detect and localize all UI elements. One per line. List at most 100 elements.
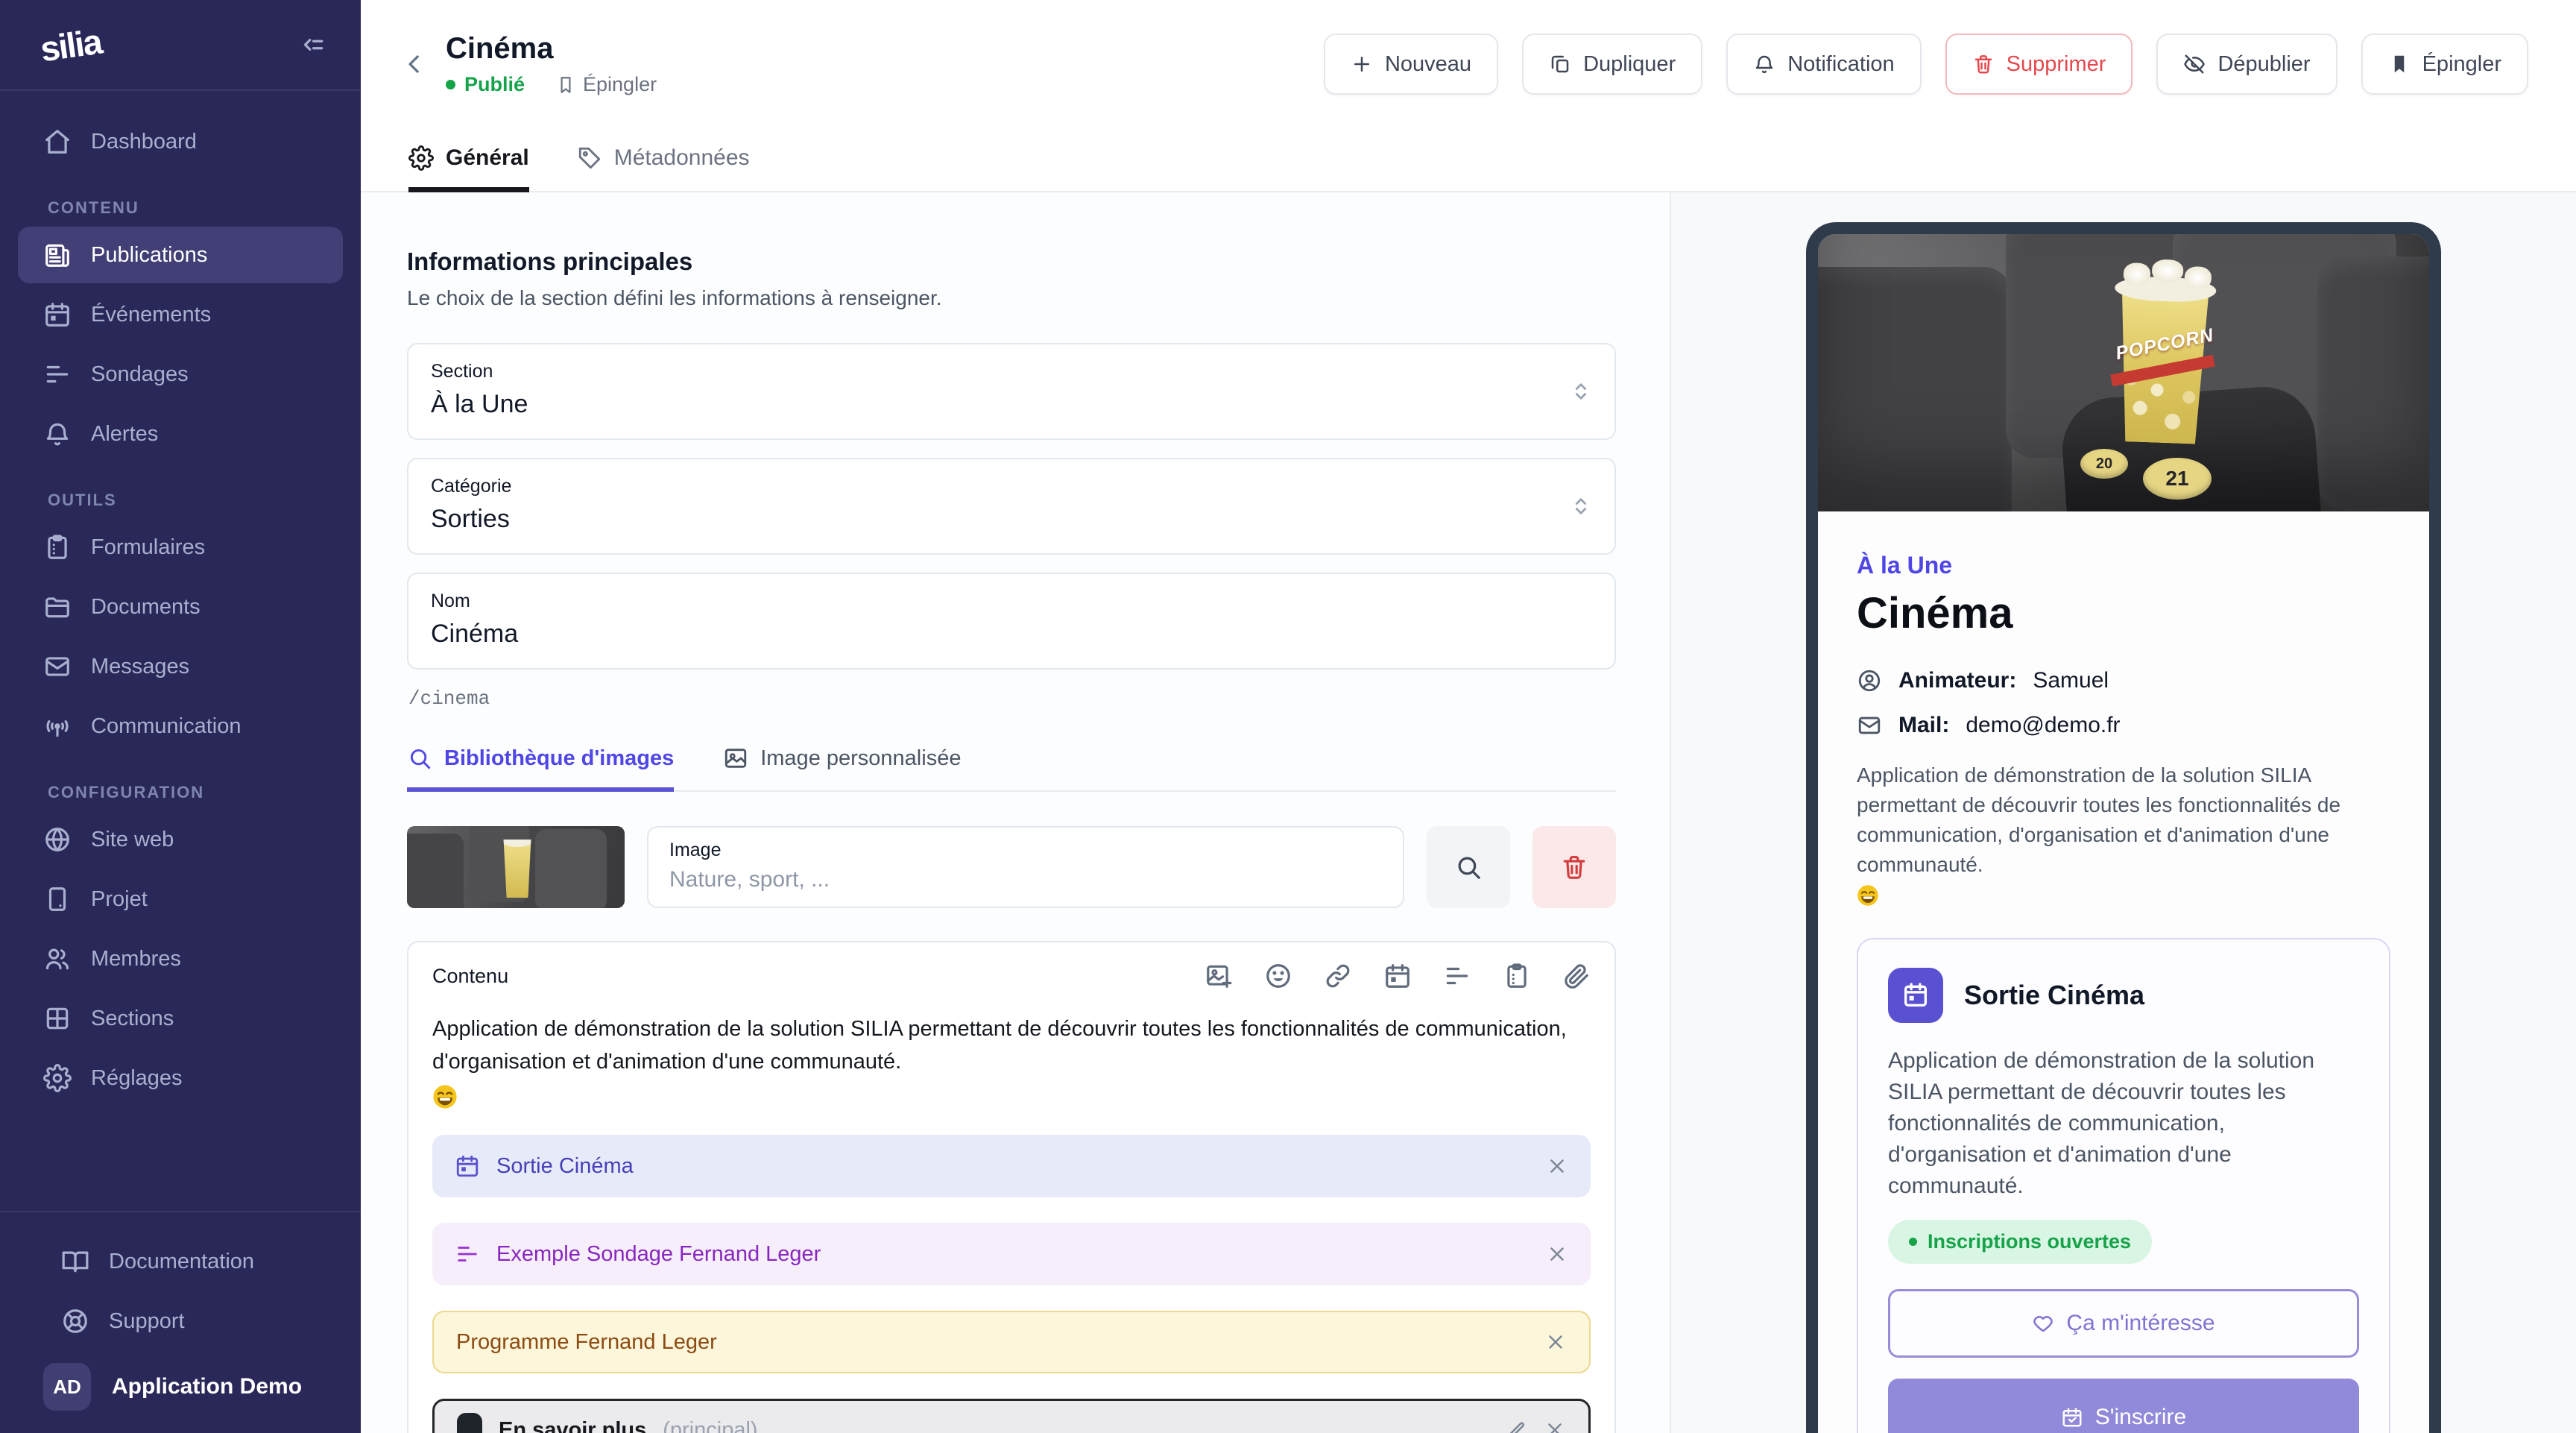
sidebar-item-label: Formulaires xyxy=(91,535,205,560)
insert-link-button[interactable] xyxy=(1324,962,1352,990)
sidebar-item-membres[interactable]: Membres xyxy=(18,930,343,987)
sidebar-item-label: Sondages xyxy=(91,362,189,387)
thumb-popcorn-cup xyxy=(502,840,532,898)
sidebar-item-sondages[interactable]: Sondages xyxy=(18,346,343,403)
insert-event-button[interactable] xyxy=(1383,962,1412,990)
title-block: Cinéma Publié Épingler xyxy=(446,32,657,96)
sidebar-item-label: Alertes xyxy=(91,422,158,447)
depublier-button[interactable]: Dépublier xyxy=(2156,34,2337,95)
nom-field: Nom xyxy=(407,573,1616,670)
sidebar-item-label: Messages xyxy=(91,655,189,679)
content-block-form[interactable]: Programme Fernand Leger xyxy=(432,1311,1591,1373)
image-source-tabs: Bibliothèque d'images Image personnalisé… xyxy=(407,746,1616,792)
copy-icon xyxy=(1549,53,1571,75)
contenu-editor: Contenu Application de démonstration de … xyxy=(407,941,1616,1433)
thumb-seat-shape xyxy=(535,829,607,908)
close-icon xyxy=(1546,1155,1568,1177)
content-block-label: Sortie Cinéma xyxy=(496,1154,634,1179)
signup-button-label: S'inscrire xyxy=(2095,1405,2186,1430)
collapse-sidebar-icon xyxy=(298,31,326,59)
sidebar-item-publications[interactable]: Publications xyxy=(18,227,343,283)
nom-input[interactable] xyxy=(431,620,1570,649)
sidebar-item-label: Projet xyxy=(91,887,148,912)
remove-block-button[interactable] xyxy=(1546,1155,1568,1177)
interest-button[interactable]: Ça m'intéresse xyxy=(1888,1289,2359,1358)
status-badge: Publié xyxy=(464,73,525,96)
tab-image-library[interactable]: Bibliothèque d'images xyxy=(407,746,674,792)
dupliquer-button[interactable]: Dupliquer xyxy=(1522,34,1702,95)
sidebar-item-messages[interactable]: Messages xyxy=(18,638,343,695)
gear-icon xyxy=(408,145,434,171)
nouveau-button[interactable]: Nouveau xyxy=(1324,34,1498,95)
sidebar-item-documents[interactable]: Documents xyxy=(18,579,343,635)
close-icon xyxy=(1544,1419,1566,1433)
interest-button-label: Ça m'intéresse xyxy=(2066,1311,2214,1336)
content-block-event[interactable]: Sortie Cinéma xyxy=(432,1135,1591,1197)
insert-emoji-button[interactable] xyxy=(1264,962,1292,990)
user-profile[interactable]: AD Application Demo xyxy=(43,1363,335,1411)
insert-poll-button[interactable] xyxy=(1443,962,1471,990)
content-block-poll[interactable]: Exemple Sondage Fernand Leger xyxy=(432,1223,1591,1285)
edit-form: Informations principales Le choix de la … xyxy=(361,192,1671,1433)
image-thumbnail[interactable] xyxy=(407,826,625,908)
insert-image-button[interactable] xyxy=(1205,962,1233,990)
pin-toggle[interactable]: Épingler xyxy=(556,73,657,96)
home-icon xyxy=(43,127,72,156)
contenu-header: Contenu xyxy=(432,962,1591,990)
epingler-label: Épingler xyxy=(2422,52,2501,77)
sidebar-item-evenements[interactable]: Événements xyxy=(18,286,343,343)
remove-block-button[interactable] xyxy=(1546,1243,1568,1265)
sidebar-item-support[interactable]: Support xyxy=(36,1293,325,1349)
content-block-button[interactable]: En savoir plus (principal) xyxy=(432,1399,1591,1433)
sidebar-item-alertes[interactable]: Alertes xyxy=(18,406,343,462)
signup-button[interactable]: S'inscrire xyxy=(1888,1379,2359,1433)
sidebar-item-site-web[interactable]: Site web xyxy=(18,811,343,868)
sidebar-item-communication[interactable]: Communication xyxy=(18,698,343,755)
sidebar-item-documentation[interactable]: Documentation xyxy=(36,1233,325,1290)
tab-general[interactable]: Général xyxy=(408,128,529,192)
chevron-up-down-icon xyxy=(1568,379,1594,404)
poll-icon xyxy=(1443,962,1471,990)
preview-section-kicker: À la Une xyxy=(1857,552,2390,579)
nom-field-label: Nom xyxy=(431,590,1570,612)
back-button[interactable] xyxy=(400,49,429,79)
avatar: AD xyxy=(43,1363,91,1411)
insert-form-button[interactable] xyxy=(1503,962,1531,990)
image-delete-button[interactable] xyxy=(1532,826,1616,908)
sidebar-item-reglages[interactable]: Réglages xyxy=(18,1050,343,1106)
seat-shape xyxy=(1818,267,2012,511)
section-select[interactable]: Section À la Une xyxy=(407,343,1616,440)
sidebar-item-formulaires[interactable]: Formulaires xyxy=(18,519,343,576)
remove-block-button[interactable] xyxy=(1544,1419,1566,1433)
contenu-text[interactable]: Application de démonstration de la solut… xyxy=(432,1012,1591,1078)
supprimer-button[interactable]: Supprimer xyxy=(1945,34,2133,95)
epingler-button[interactable]: Épingler xyxy=(2361,34,2528,95)
popcorn-piece xyxy=(2123,262,2150,286)
page-header: Cinéma Publié Épingler Nouveau xyxy=(361,0,2576,128)
image-search-input[interactable] xyxy=(669,867,1382,892)
broadcast-icon xyxy=(43,712,72,740)
sidebar-item-sections[interactable]: Sections xyxy=(18,990,343,1047)
notification-button[interactable]: Notification xyxy=(1726,34,1921,95)
event-card: Sortie Cinéma Application de démonstrati… xyxy=(1857,938,2390,1433)
close-icon xyxy=(1546,1243,1568,1265)
main-area: Cinéma Publié Épingler Nouveau xyxy=(361,0,2576,1433)
sidebar-group-configuration: CONFIGURATION xyxy=(48,783,361,802)
tab-metadonnees[interactable]: Métadonnées xyxy=(577,128,750,192)
remove-block-button[interactable] xyxy=(1544,1331,1567,1353)
grinning-emoji-icon xyxy=(432,1084,1591,1109)
tab-image-custom[interactable]: Image personnalisée xyxy=(723,746,961,792)
categorie-select[interactable]: Catégorie Sorties xyxy=(407,458,1616,555)
image-search-button[interactable] xyxy=(1427,826,1510,908)
edit-block-button[interactable] xyxy=(1505,1419,1527,1433)
content-block-label: Exemple Sondage Fernand Leger xyxy=(496,1242,821,1267)
sidebar-item-label: Membres xyxy=(91,947,181,971)
sidebar-footer: Documentation Support AD Application Dem… xyxy=(0,1211,361,1433)
sidebar-item-label: Support xyxy=(109,1309,185,1334)
sidebar-item-projet[interactable]: Projet xyxy=(18,871,343,927)
users-icon xyxy=(43,945,72,973)
grid-icon xyxy=(43,1004,72,1033)
sidebar-item-dashboard[interactable]: Dashboard xyxy=(18,113,343,170)
attach-file-button[interactable] xyxy=(1562,962,1591,990)
sidebar-collapse-button[interactable] xyxy=(298,31,326,59)
